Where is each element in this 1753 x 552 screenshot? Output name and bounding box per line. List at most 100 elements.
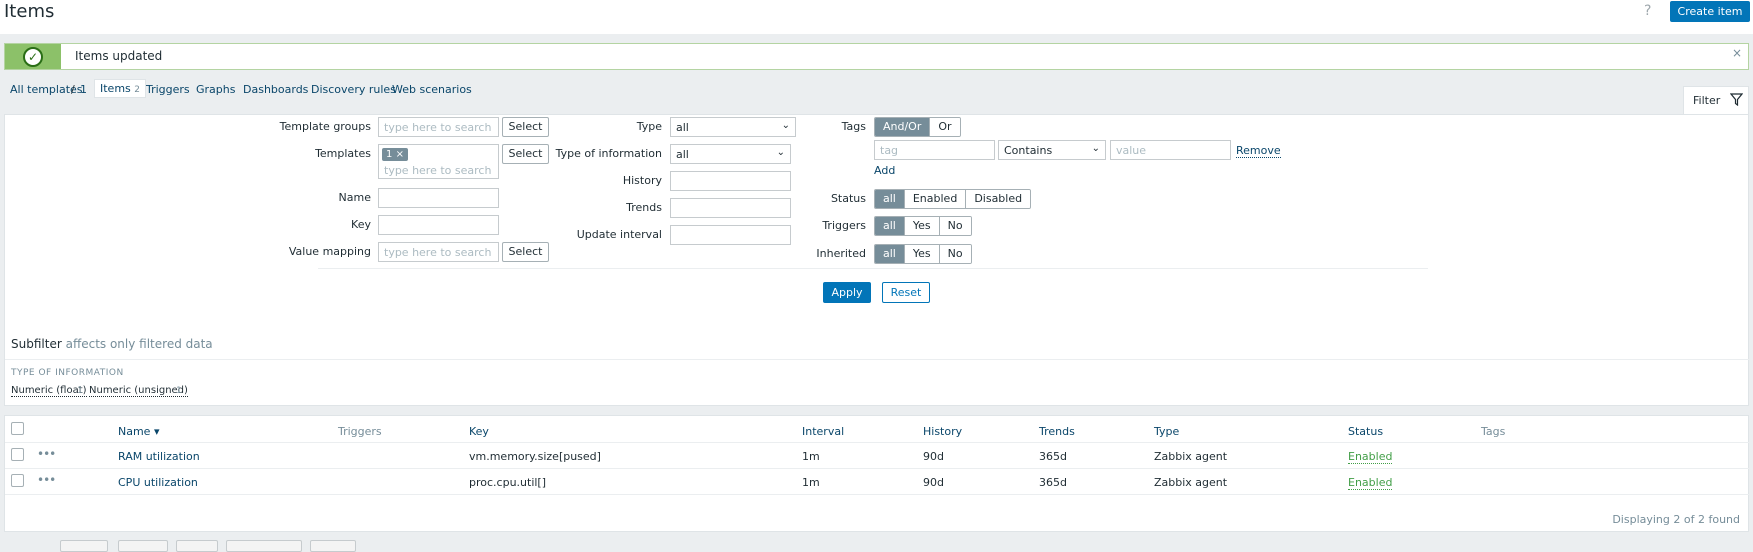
column-status[interactable]: Status <box>1348 425 1383 438</box>
template-chip: 1 × <box>382 148 408 161</box>
templates-input[interactable]: 1 × type here to search <box>378 144 499 179</box>
row-menu-icon[interactable]: ••• <box>37 447 56 461</box>
column-name[interactable]: Name ▾ <box>118 425 159 438</box>
column-trends[interactable]: Trends <box>1039 425 1075 438</box>
column-triggers: Triggers <box>338 425 382 438</box>
triggers-toggle[interactable]: all Yes No <box>874 216 972 236</box>
subfilter-count-numeric-float: 1 <box>77 386 83 396</box>
templates-select-button[interactable]: Select <box>502 144 549 164</box>
mass-action-button[interactable] <box>226 540 302 552</box>
status-option-all[interactable]: all <box>875 190 905 208</box>
item-trends: 365d <box>1039 476 1067 489</box>
add-tag-link[interactable]: Add <box>874 164 895 177</box>
breadcrumb-separator: / <box>71 83 75 96</box>
filter-tab[interactable]: Filter <box>1683 86 1749 115</box>
tab-dashboards[interactable]: Dashboards <box>243 83 308 96</box>
row-divider <box>5 494 1750 495</box>
chevron-down-icon: ⌄ <box>781 120 790 131</box>
tags-or-option[interactable]: Or <box>930 118 960 136</box>
value-mapping-input[interactable]: type here to search <box>378 242 499 262</box>
template-chip-label: 1 <box>386 149 393 160</box>
success-message: ✓ Items updated × <box>4 43 1749 70</box>
select-all-checkbox[interactable] <box>11 422 24 435</box>
tag-name-input[interactable]: tag <box>874 140 995 160</box>
template-groups-select-button[interactable]: Select <box>502 117 549 137</box>
tab-web-scenarios[interactable]: Web scenarios <box>392 83 472 96</box>
apply-button[interactable]: Apply <box>823 282 871 303</box>
item-key: proc.cpu.util[] <box>469 476 547 489</box>
inherited-option-yes[interactable]: Yes <box>904 245 940 263</box>
breadcrumb-template[interactable]: 1 <box>80 83 87 96</box>
triggers-option-no[interactable]: No <box>939 217 971 235</box>
triggers-option-all[interactable]: all <box>875 217 905 235</box>
status-option-enabled[interactable]: Enabled <box>904 190 967 208</box>
item-type: Zabbix agent <box>1154 450 1228 463</box>
subfilter-note: affects only filtered data <box>65 337 213 351</box>
tags-andor-option[interactable]: And/Or <box>875 118 931 136</box>
template-groups-input[interactable]: type here to search <box>378 117 499 137</box>
inherited-option-all[interactable]: all <box>875 245 905 263</box>
subfilter-item-numeric-float[interactable]: Numeric (float) <box>11 385 87 397</box>
item-interval: 1m <box>802 450 820 463</box>
row-checkbox[interactable] <box>11 474 24 487</box>
triggers-option-yes[interactable]: Yes <box>904 217 940 235</box>
create-item-button[interactable]: Create item <box>1670 1 1750 22</box>
status-option-disabled[interactable]: Disabled <box>966 190 1031 208</box>
row-checkbox[interactable] <box>11 448 24 461</box>
item-name-link[interactable]: CPU utilization <box>118 476 198 489</box>
tab-triggers[interactable]: Triggers <box>146 83 190 96</box>
item-status-link[interactable]: Enabled <box>1348 450 1393 464</box>
inherited-option-no[interactable]: No <box>939 245 971 263</box>
close-icon[interactable]: × <box>1732 46 1742 60</box>
tab-discovery-rules[interactable]: Discovery rules <box>311 83 396 96</box>
item-interval: 1m <box>802 476 820 489</box>
tag-operator-value: Contains <box>1004 144 1053 157</box>
item-name-link[interactable]: RAM utilization <box>118 450 200 463</box>
funnel-icon <box>1730 93 1743 106</box>
column-key[interactable]: Key <box>469 425 489 438</box>
mass-action-button[interactable] <box>176 540 218 552</box>
subfilter-item-numeric-unsigned[interactable]: Numeric (unsigned) <box>89 385 188 397</box>
chip-remove-icon[interactable]: × <box>396 149 404 160</box>
mass-action-button[interactable] <box>60 540 108 552</box>
tag-value-input[interactable]: value <box>1110 140 1231 160</box>
tab-graphs[interactable]: Graphs <box>196 83 235 96</box>
trends-input[interactable] <box>670 198 791 218</box>
column-history[interactable]: History <box>923 425 962 438</box>
help-icon[interactable]: ? <box>1644 3 1651 19</box>
status-toggle[interactable]: all Enabled Disabled <box>874 189 1032 209</box>
subfilter-title: Subfilter affects only filtered data <box>11 337 213 351</box>
item-status-link[interactable]: Enabled <box>1348 476 1393 490</box>
reset-button[interactable]: Reset <box>882 282 930 303</box>
type-of-information-select[interactable]: all ⌄ <box>670 144 791 164</box>
remove-tag-link[interactable]: Remove <box>1236 144 1281 158</box>
name-label: Name <box>338 191 371 204</box>
type-select[interactable]: all ⌄ <box>670 117 796 137</box>
column-interval[interactable]: Interval <box>802 425 844 438</box>
inherited-toggle[interactable]: all Yes No <box>874 244 972 264</box>
update-interval-input[interactable] <box>670 225 791 245</box>
inherited-label: Inherited <box>816 247 866 260</box>
tag-operator-select[interactable]: Contains ⌄ <box>998 140 1106 160</box>
tags-operator-toggle[interactable]: And/Or Or <box>874 117 961 137</box>
mass-action-button[interactable] <box>310 540 356 552</box>
key-input[interactable] <box>378 215 499 235</box>
items-table: Name ▾ Triggers Key Interval History Tre… <box>4 415 1750 532</box>
name-input[interactable] <box>378 188 499 208</box>
templates-placeholder: type here to search <box>384 164 492 177</box>
subfilter-title-text: Subfilter <box>11 337 62 351</box>
tab-items[interactable]: Items 2 <box>94 79 147 98</box>
column-type[interactable]: Type <box>1154 425 1179 438</box>
column-tags: Tags <box>1481 425 1506 438</box>
key-label: Key <box>351 218 371 231</box>
subfilter-panel: Subfilter affects only filtered data TYP… <box>4 334 1750 406</box>
tab-items-count: 2 <box>134 85 141 95</box>
value-mapping-select-button[interactable]: Select <box>502 242 549 262</box>
triggers-label: Triggers <box>822 219 866 232</box>
chevron-down-icon: ⌄ <box>1091 143 1100 154</box>
mass-action-button[interactable] <box>118 540 168 552</box>
message-text: Items updated <box>75 49 163 63</box>
tab-items-label: Items <box>100 82 131 95</box>
history-input[interactable] <box>670 171 791 191</box>
row-menu-icon[interactable]: ••• <box>37 473 56 487</box>
